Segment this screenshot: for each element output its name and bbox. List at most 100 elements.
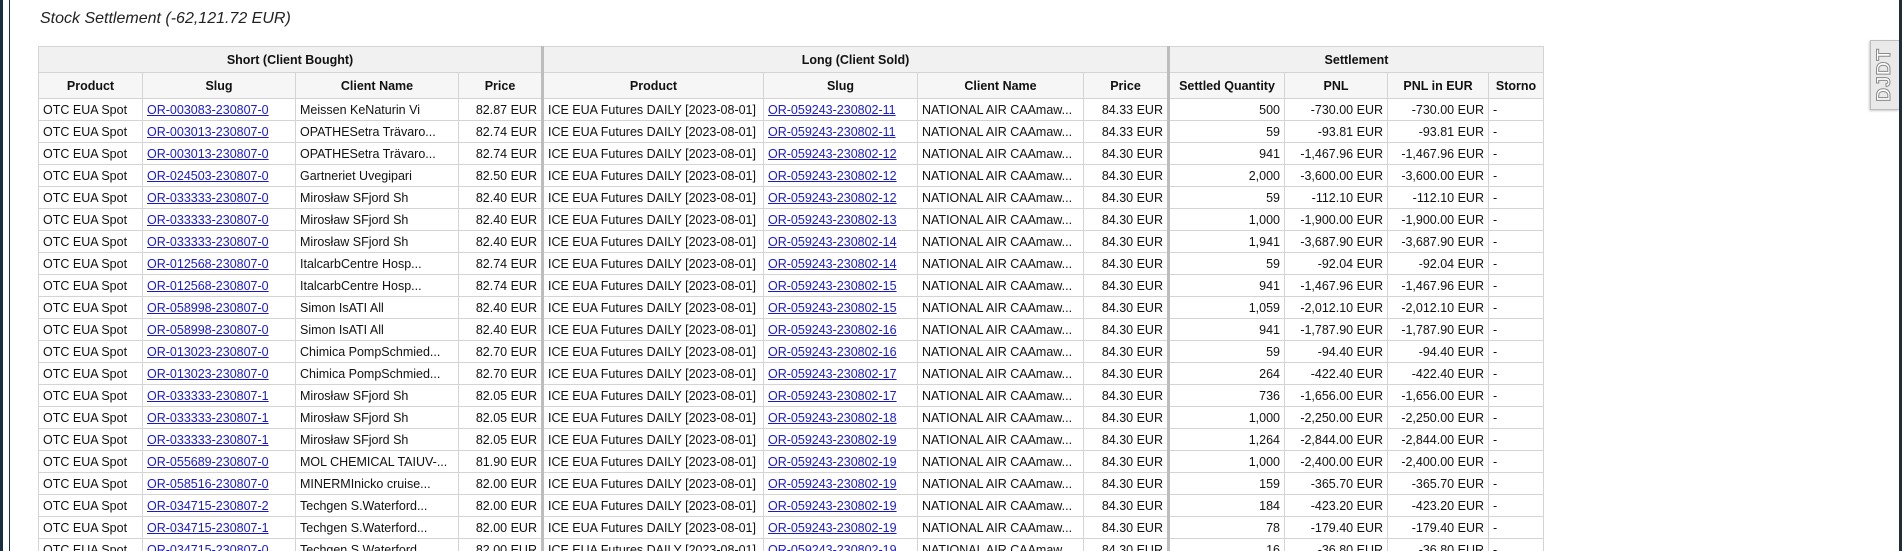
short-slug-link[interactable]: OR-003083-230807-0 bbox=[147, 103, 269, 117]
long-slug-link[interactable]: OR-059243-230802-19 bbox=[768, 499, 897, 513]
short-client-name: Techgen S.Waterford... bbox=[295, 538, 459, 551]
pnl-eur: -93.81 EUR bbox=[1387, 120, 1489, 143]
long-product: ICE EUA Futures DAILY [2023-08-01] bbox=[542, 472, 764, 495]
pnl-eur: -92.04 EUR bbox=[1387, 252, 1489, 275]
pnl: -36.80 EUR bbox=[1284, 538, 1388, 551]
table-row: OTC EUA Spot OR-013023-230807-0 Chimica Po… bbox=[38, 362, 1544, 385]
table-row: OTC EUA Spot OR-003013-230807-0 OPATHESetr… bbox=[38, 120, 1544, 143]
long-slug-cell: OR-059243-230802-12 bbox=[763, 186, 918, 209]
short-slug-link[interactable]: OR-033333-230807-1 bbox=[147, 433, 269, 447]
long-client-name: NATIONAL AIR CAAmaw... bbox=[917, 252, 1084, 275]
short-slug-link[interactable]: OR-033333-230807-1 bbox=[147, 411, 269, 425]
long-slug-link[interactable]: OR-059243-230802-16 bbox=[768, 323, 897, 337]
short-slug-link[interactable]: OR-033333-230807-0 bbox=[147, 213, 269, 227]
short-slug-link[interactable]: OR-033333-230807-1 bbox=[147, 389, 269, 403]
debug-toolbar-label: DJDT bbox=[1874, 48, 1896, 103]
long-price: 84.30 EUR bbox=[1083, 472, 1170, 495]
settled-quantity: 500 bbox=[1168, 98, 1285, 121]
long-slug-link[interactable]: OR-059243-230802-11 bbox=[768, 125, 896, 139]
long-slug-link[interactable]: OR-059243-230802-12 bbox=[768, 191, 897, 205]
short-price: 82.70 EUR bbox=[458, 362, 544, 385]
long-slug-cell: OR-059243-230802-16 bbox=[763, 340, 918, 363]
storno: - bbox=[1488, 428, 1544, 451]
long-slug-link[interactable]: OR-059243-230802-15 bbox=[768, 301, 897, 315]
table-row: OTC EUA Spot OR-013023-230807-0 Chimica Po… bbox=[38, 340, 1544, 363]
short-client-name: MOL CHEMICAL TAIUV-... bbox=[295, 450, 459, 473]
col-short-client: Client Name bbox=[295, 72, 459, 99]
table-row: OTC EUA Spot OR-058516-230807-0 MINERMInic… bbox=[38, 472, 1544, 495]
short-product: OTC EUA Spot bbox=[38, 406, 143, 429]
short-slug-link[interactable]: OR-012568-230807-0 bbox=[147, 257, 269, 271]
settled-quantity: 59 bbox=[1168, 120, 1285, 143]
debug-toolbar-toggle[interactable]: DJDT bbox=[1870, 40, 1899, 110]
col-long-slug: Slug bbox=[763, 72, 918, 99]
table-row: OTC EUA Spot OR-033333-230807-1 Mirosław S… bbox=[38, 428, 1544, 451]
long-product: ICE EUA Futures DAILY [2023-08-01] bbox=[542, 296, 764, 319]
short-product: OTC EUA Spot bbox=[38, 450, 143, 473]
short-price: 81.90 EUR bbox=[458, 450, 544, 473]
short-slug-link[interactable]: OR-034715-230807-2 bbox=[147, 499, 269, 513]
short-slug-link[interactable]: OR-034715-230807-0 bbox=[147, 543, 269, 551]
long-product: ICE EUA Futures DAILY [2023-08-01] bbox=[542, 384, 764, 407]
short-price: 82.05 EUR bbox=[458, 428, 544, 451]
pnl-eur: -112.10 EUR bbox=[1387, 186, 1489, 209]
long-slug-link[interactable]: OR-059243-230802-19 bbox=[768, 543, 897, 551]
short-slug-link[interactable]: OR-033333-230807-0 bbox=[147, 235, 269, 249]
short-slug-link[interactable]: OR-024503-230807-0 bbox=[147, 169, 269, 183]
short-slug-link[interactable]: OR-012568-230807-0 bbox=[147, 279, 269, 293]
long-slug-link[interactable]: OR-059243-230802-19 bbox=[768, 455, 897, 469]
long-slug-link[interactable]: OR-059243-230802-13 bbox=[768, 213, 897, 227]
long-slug-link[interactable]: OR-059243-230802-14 bbox=[768, 235, 897, 249]
long-client-name: NATIONAL AIR CAAmaw... bbox=[917, 384, 1084, 407]
long-client-name: NATIONAL AIR CAAmaw... bbox=[917, 472, 1084, 495]
storno: - bbox=[1488, 340, 1544, 363]
short-slug-cell: OR-024503-230807-0 bbox=[142, 164, 296, 187]
group-settlement: Settlement bbox=[1168, 46, 1544, 73]
short-slug-link[interactable]: OR-033333-230807-0 bbox=[147, 191, 269, 205]
long-slug-link[interactable]: OR-059243-230802-11 bbox=[768, 103, 896, 117]
short-slug-link[interactable]: OR-013023-230807-0 bbox=[147, 345, 269, 359]
short-product: OTC EUA Spot bbox=[38, 208, 143, 231]
long-slug-link[interactable]: OR-059243-230802-14 bbox=[768, 257, 897, 271]
short-slug-link[interactable]: OR-058998-230807-0 bbox=[147, 301, 269, 315]
pnl: -2,844.00 EUR bbox=[1284, 428, 1388, 451]
short-slug-link[interactable]: OR-058998-230807-0 bbox=[147, 323, 269, 337]
pnl: -92.04 EUR bbox=[1284, 252, 1388, 275]
long-slug-link[interactable]: OR-059243-230802-19 bbox=[768, 521, 897, 535]
pnl: -1,467.96 EUR bbox=[1284, 274, 1388, 297]
long-slug-link[interactable]: OR-059243-230802-17 bbox=[768, 367, 897, 381]
long-slug-cell: OR-059243-230802-15 bbox=[763, 296, 918, 319]
long-slug-link[interactable]: OR-059243-230802-12 bbox=[768, 147, 897, 161]
short-slug-link[interactable]: OR-003013-230807-0 bbox=[147, 125, 269, 139]
long-slug-cell: OR-059243-230802-17 bbox=[763, 384, 918, 407]
long-slug-cell: OR-059243-230802-19 bbox=[763, 538, 918, 551]
long-slug-link[interactable]: OR-059243-230802-19 bbox=[768, 433, 897, 447]
long-slug-link[interactable]: OR-059243-230802-12 bbox=[768, 169, 897, 183]
short-product: OTC EUA Spot bbox=[38, 274, 143, 297]
long-slug-link[interactable]: OR-059243-230802-15 bbox=[768, 279, 897, 293]
short-client-name: Mirosław SFjord Sh bbox=[295, 208, 459, 231]
pnl-eur: -2,012.10 EUR bbox=[1387, 296, 1489, 319]
long-slug-link[interactable]: OR-059243-230802-19 bbox=[768, 477, 897, 491]
short-price: 82.74 EUR bbox=[458, 120, 544, 143]
long-slug-link[interactable]: OR-059243-230802-17 bbox=[768, 389, 897, 403]
short-price: 82.40 EUR bbox=[458, 230, 544, 253]
long-slug-link[interactable]: OR-059243-230802-18 bbox=[768, 411, 897, 425]
long-price: 84.33 EUR bbox=[1083, 120, 1170, 143]
short-slug-link[interactable]: OR-055689-230807-0 bbox=[147, 455, 269, 469]
long-slug-link[interactable]: OR-059243-230802-16 bbox=[768, 345, 897, 359]
long-slug-cell: OR-059243-230802-19 bbox=[763, 494, 918, 517]
col-short-price: Price bbox=[458, 72, 544, 99]
table-row: OTC EUA Spot OR-012568-230807-0 ItalcarbCe… bbox=[38, 274, 1544, 297]
pnl-eur: -3,687.90 EUR bbox=[1387, 230, 1489, 253]
short-slug-link[interactable]: OR-003013-230807-0 bbox=[147, 147, 269, 161]
storno: - bbox=[1488, 208, 1544, 231]
short-slug-link[interactable]: OR-034715-230807-1 bbox=[147, 521, 269, 535]
long-price: 84.30 EUR bbox=[1083, 340, 1170, 363]
long-product: ICE EUA Futures DAILY [2023-08-01] bbox=[542, 516, 764, 539]
long-price: 84.30 EUR bbox=[1083, 516, 1170, 539]
short-slug-link[interactable]: OR-013023-230807-0 bbox=[147, 367, 269, 381]
long-client-name: NATIONAL AIR CAAmaw... bbox=[917, 340, 1084, 363]
short-slug-link[interactable]: OR-058516-230807-0 bbox=[147, 477, 269, 491]
settled-quantity: 941 bbox=[1168, 318, 1285, 341]
